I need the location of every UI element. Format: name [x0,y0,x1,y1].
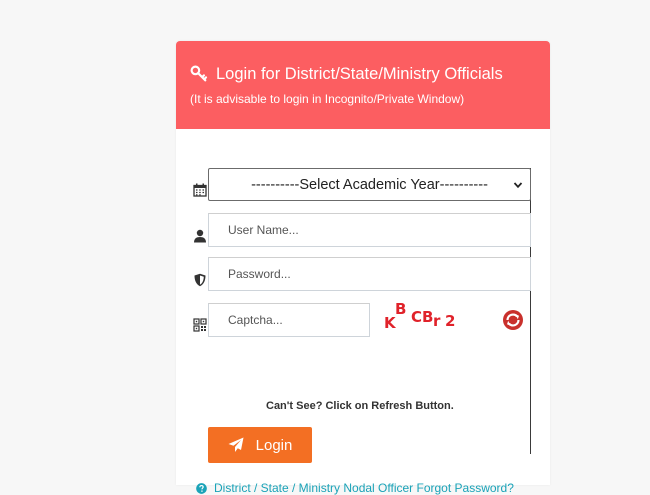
form-divider-line [530,168,531,454]
user-icon [194,229,206,243]
captcha-input[interactable]: Captcha... [208,303,370,337]
login-card: Login for District/State/Ministry Offici… [176,41,550,495]
forgot-password-link[interactable]: District / State / Ministry Nodal Office… [196,481,514,495]
login-form: ----------Select Academic Year----------… [176,129,550,495]
login-button-label: Login [255,436,293,454]
page-title: Login for District/State/Ministry Offici… [216,65,503,83]
chevron-down-icon [513,182,523,189]
academic-year-select[interactable]: ----------Select Academic Year---------- [208,168,531,201]
captcha-char: C [411,308,423,326]
academic-year-selected: ----------Select Academic Year---------- [251,176,488,193]
header-subtitle: (It is advisable to login in Incognito/P… [190,92,465,106]
captcha-char: r [433,312,441,330]
captcha-char: B [395,300,407,318]
username-placeholder: User Name... [228,223,299,237]
captcha-char: 2 [445,312,456,330]
forgot-password-label: District / State / Ministry Nodal Office… [214,481,514,495]
shield-icon [194,273,206,287]
captcha-placeholder: Captcha... [228,313,283,327]
paper-plane-icon [228,437,244,452]
captcha-char: K [384,314,396,332]
header-title-row: Login for District/State/Ministry Offici… [190,64,503,84]
key-icon [190,65,208,82]
login-button[interactable]: Login [208,427,312,463]
card-header: Login for District/State/Ministry Offici… [176,41,550,129]
question-circle-icon [196,482,207,494]
password-placeholder: Password... [228,267,291,281]
qrcode-icon [193,318,207,332]
calendar-icon [193,183,207,197]
captcha-image: K B C B r 2 [383,300,463,334]
username-input[interactable]: User Name... [208,213,531,247]
captcha-hint: Can't See? Click on Refresh Button. [266,400,454,412]
captcha-char: B [422,308,434,326]
refresh-icon[interactable] [502,309,524,331]
password-input[interactable]: Password... [208,257,531,291]
